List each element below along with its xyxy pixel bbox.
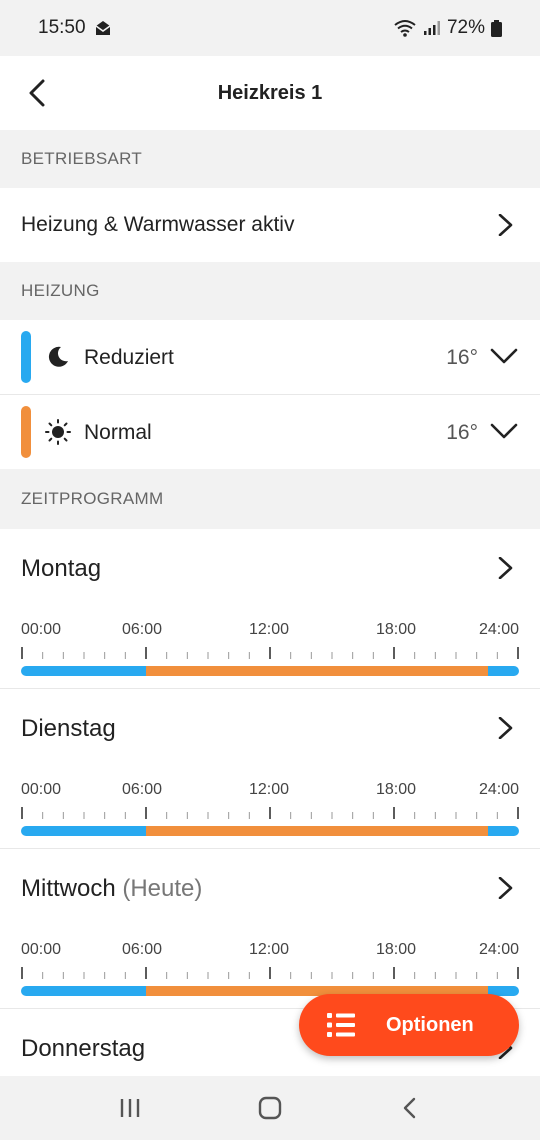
- section-label-heating: HEIZUNG: [21, 281, 100, 300]
- normal-color-bar: [21, 406, 31, 458]
- operating-mode-value: Heizung & Warmwasser aktiv: [21, 213, 295, 236]
- heating-temp-reduced: 16°: [446, 346, 478, 369]
- time-tick-label: 24:00: [478, 781, 519, 798]
- heating-row-reduced[interactable]: Reduziert 16°: [0, 320, 540, 394]
- time-axis-ticks: [21, 967, 519, 979]
- timeline-segment-reduced: [21, 666, 146, 676]
- day-name-text: Montag: [21, 555, 102, 582]
- time-tick-label: 24:00: [478, 621, 519, 638]
- time-tick-label: 00:00: [21, 621, 62, 638]
- mail-icon: [95, 21, 111, 35]
- status-time: 15:50: [38, 17, 86, 38]
- options-button[interactable]: Optionen: [299, 994, 519, 1056]
- today-label: (Heute): [122, 875, 203, 902]
- timeline-segment-reduced: [21, 986, 146, 996]
- section-label-mode: BETRIEBSART: [21, 149, 143, 168]
- heating-label-reduced: Reduziert: [84, 346, 174, 369]
- time-tick-label: 12:00: [248, 621, 290, 638]
- heating-temp-normal: 16°: [446, 421, 478, 444]
- timeline-segment-reduced: [487, 666, 519, 676]
- wifi-icon: [394, 20, 416, 37]
- time-tick-label: 24:00: [478, 941, 519, 958]
- day-name-text: Donnerstag: [21, 1035, 146, 1062]
- sun-icon: [45, 419, 71, 445]
- timeline-segment-normal: [145, 666, 488, 676]
- day-name: Mittwoch (Heute): [21, 875, 202, 903]
- options-label: Optionen: [386, 1013, 474, 1036]
- reduced-color-bar: [21, 331, 31, 383]
- recent-apps-button[interactable]: [110, 1088, 150, 1128]
- battery-percent: 72%: [446, 17, 485, 38]
- status-bar: 15:50 72%: [0, 0, 540, 56]
- signal-icon: [423, 21, 440, 35]
- day-name-text: Mittwoch: [21, 875, 116, 902]
- schedule-day-card[interactable]: Dienstag 00:00 06:00 12:00 18:00 24:00: [0, 689, 540, 849]
- chevron-left-icon: [29, 79, 45, 107]
- chevron-right-icon: [498, 557, 513, 579]
- time-tick-label: 18:00: [375, 621, 417, 638]
- time-tick-label: 06:00: [121, 781, 163, 798]
- timeline-segment-normal: [145, 826, 488, 836]
- timeline-segment-reduced: [487, 826, 519, 836]
- chevron-down-icon[interactable]: [490, 422, 518, 442]
- time-tick-label: 06:00: [121, 941, 163, 958]
- time-axis-labels: 00:00 06:00 12:00 18:00 24:00: [0, 781, 540, 801]
- back-nav-icon: [403, 1097, 416, 1119]
- time-tick-label: 00:00: [21, 941, 62, 958]
- app-header: Heizkreis 1: [0, 56, 540, 130]
- time-tick-label: 12:00: [248, 941, 290, 958]
- time-axis-labels: 00:00 06:00 12:00 18:00 24:00: [0, 941, 540, 961]
- timeline-segment-reduced: [21, 826, 146, 836]
- moon-icon: [48, 346, 68, 367]
- time-tick-label: 12:00: [248, 781, 290, 798]
- home-button[interactable]: [250, 1088, 290, 1128]
- chevron-right-icon: [498, 717, 513, 739]
- time-axis-labels: 00:00 06:00 12:00 18:00 24:00: [0, 621, 540, 641]
- day-name: Dienstag: [21, 715, 116, 743]
- chevron-right-icon: [498, 877, 513, 899]
- time-axis-ticks: [21, 807, 519, 819]
- heating-label-normal: Normal: [84, 421, 152, 444]
- day-timeline: [21, 666, 519, 676]
- time-tick-label: 18:00: [375, 941, 417, 958]
- schedule-day-card[interactable]: Montag 00:00 06:00 12:00 18:00 24:00: [0, 529, 540, 689]
- time-tick-label: 18:00: [375, 781, 417, 798]
- system-nav-bar: [0, 1076, 540, 1140]
- back-nav-button[interactable]: [390, 1088, 430, 1128]
- time-tick-label: 00:00: [21, 781, 62, 798]
- home-icon: [258, 1096, 282, 1120]
- list-icon: [327, 1013, 355, 1037]
- time-axis-ticks: [21, 647, 519, 659]
- day-name: Donnerstag: [21, 1035, 145, 1063]
- operating-mode-row[interactable]: Heizung & Warmwasser aktiv: [0, 188, 540, 262]
- page-title: Heizkreis 1: [217, 81, 323, 104]
- chevron-down-icon[interactable]: [490, 347, 518, 367]
- recent-apps-icon: [120, 1099, 140, 1117]
- back-button[interactable]: [20, 76, 54, 110]
- schedule-day-card[interactable]: Mittwoch (Heute) 00:00 06:00 12:00 18:00 24:0…: [0, 849, 540, 1009]
- day-name: Montag: [21, 555, 101, 583]
- day-name-text: Dienstag: [21, 715, 116, 742]
- section-label-schedule: ZEITPROGRAMM: [21, 489, 164, 508]
- day-timeline: [21, 826, 519, 836]
- battery-icon: [491, 19, 502, 37]
- time-tick-label: 06:00: [121, 621, 163, 638]
- chevron-right-icon: [498, 214, 513, 236]
- heating-row-normal[interactable]: Normal 16°: [0, 395, 540, 469]
